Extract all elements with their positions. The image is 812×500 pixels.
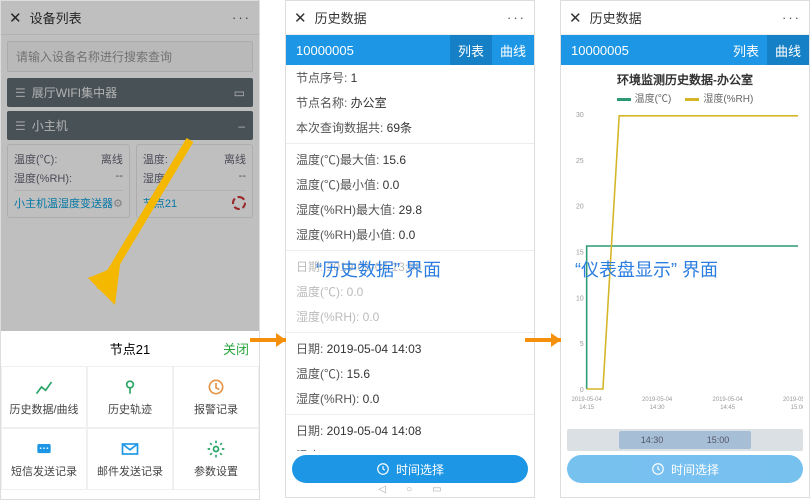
history-list-panel: ✕ 历史数据 ··· 10000005 列表 曲线 节点序号: 1节点名称: 办… [285,0,535,498]
gear-icon-highlighted[interactable] [232,196,246,210]
action-settings[interactable]: 参数设置 [173,428,259,490]
tab-curve[interactable]: 曲线 [492,35,534,65]
close-icon[interactable]: ✕ [294,9,307,27]
svg-text:2019-05-04: 2019-05-04 [713,397,744,403]
record-temp: 温度(℃): 15.6 [286,443,534,451]
group-1-label: 展厅WIFI集中器 [32,84,117,101]
legend-swatch-temp [617,98,631,101]
record-date: 日期: 2019-05-04 14:03 [286,336,534,361]
svg-text:30: 30 [576,112,584,119]
search-input[interactable]: 请输入设备名称进行搜索查询 [7,41,253,72]
svg-text:15:00: 15:00 [791,405,803,411]
close-icon[interactable]: ✕ [569,9,582,27]
svg-text:2019-05-04: 2019-05-04 [642,397,673,403]
annotation-dashboard: “仪表盘显示” 界面 [575,256,718,282]
more-icon[interactable]: ··· [782,10,801,25]
svg-text:2019-05-04: 2019-05-04 [783,397,803,403]
list-icon: ☰ [15,119,26,133]
info-row: 节点序号: 1 [286,65,534,90]
chart-title: 环境监测历史数据-办公室 [561,65,809,88]
close-button[interactable]: 关闭 [150,339,249,358]
stat-row: 温度(℃)最小值: 0.0 [286,172,534,197]
clock-icon [651,462,665,476]
svg-text:14:15: 14:15 [579,405,594,411]
svg-text:2019-05-04: 2019-05-04 [572,397,603,403]
list-icon: ☰ [15,86,26,100]
svg-text:5: 5 [580,341,584,348]
annotation-history: “历史数据” 界面 [316,256,441,282]
time-select-button[interactable]: 时间选择 [567,455,803,483]
record-hum: 湿度(%RH): 0.0 [286,386,534,411]
group-row-1[interactable]: ☰ 展厅WIFI集中器 ▭ [7,78,253,107]
tab-list[interactable]: 列表 [450,35,492,65]
svg-text:14:45: 14:45 [720,405,735,411]
tab-bar: 10000005 列表 曲线 [286,35,534,65]
tl-start: 14:30 [641,435,664,445]
p2-title: 历史数据 [315,8,507,27]
time-select-label: 时间选择 [671,461,719,478]
arrow-big [60,130,210,330]
legend-temp: 温度(℃) [635,94,672,105]
record-date: 日期: 2019-05-04 14:08 [286,418,534,443]
sheet-title: 节点21 [110,339,150,358]
chart-legend: 温度(℃) 湿度(%RH) [561,88,809,109]
info-row: 节点名称: 办公室 [286,90,534,115]
time-select-button[interactable]: 时间选择 [292,455,528,483]
more-icon[interactable]: ··· [507,10,526,25]
android-navbar: ◁○▭ [378,484,441,495]
arrow-to-p2 [248,325,298,355]
hum-value: -- [239,170,246,186]
info-row: 本次查询数据共: 69条 [286,115,534,140]
collapse-icon: ▭ [234,86,245,100]
svg-text:25: 25 [576,158,584,165]
legend-hum: 湿度(%RH) [703,94,753,105]
action-grid: 历史数据/曲线 历史轨迹 报警记录 短信发送记录 邮件发送记录 参数设置 [1,366,259,490]
action-email[interactable]: 邮件发送记录 [87,428,173,490]
legend-swatch-hum [685,98,699,101]
p3-title: 历史数据 [590,8,782,27]
stat-row: 湿度(%RH)最小值: 0.0 [286,222,534,247]
expand-icon: – [238,119,245,133]
action-sheet: 节点21 关闭 历史数据/曲线 历史轨迹 报警记录 短信发送记录 邮件发送记录 … [1,331,259,499]
action-track[interactable]: 历史轨迹 [87,366,173,428]
action-sms[interactable]: 短信发送记录 [1,428,87,490]
clock-icon [376,462,390,476]
record-row-faded: 湿度(%RH): 0.0 [286,304,534,329]
device-id: 10000005 [286,43,450,58]
timeline-scrubber[interactable]: 14:30 15:00 [567,429,803,451]
p2-header: ✕ 历史数据 ··· [286,1,534,35]
svg-text:20: 20 [576,204,584,211]
svg-text:14:30: 14:30 [650,405,665,411]
tab-list[interactable]: 列表 [725,35,767,65]
history-chart-panel: ✕ 历史数据 ··· 10000005 列表 曲线 环境监测历史数据-办公室 温… [560,0,810,498]
record-temp: 温度(℃): 15.6 [286,361,534,386]
stat-row: 湿度(%RH)最大值: 29.8 [286,197,534,222]
close-icon[interactable]: ✕ [9,9,22,27]
p1-header: ✕ 设备列表 ··· [1,1,259,35]
p1-title: 设备列表 [30,8,232,27]
tab-curve[interactable]: 曲线 [767,35,809,65]
more-icon[interactable]: ··· [232,10,251,25]
record-row-faded: 温度(℃): 0.0 [286,279,534,304]
p3-header: ✕ 历史数据 ··· [561,1,809,35]
stat-row: 温度(℃)最大值: 15.6 [286,147,534,172]
tl-end: 15:00 [707,435,730,445]
svg-text:0: 0 [580,387,584,394]
temp-label: 温度(℃): [14,151,57,167]
action-alarm[interactable]: 报警记录 [173,366,259,428]
temp-value: 离线 [224,151,246,167]
arrow-to-p3 [523,325,573,355]
tab-bar: 10000005 列表 曲线 [561,35,809,65]
device-id: 10000005 [561,43,725,58]
action-history-curve[interactable]: 历史数据/曲线 [1,366,87,428]
svg-text:10: 10 [576,295,584,302]
time-select-label: 时间选择 [396,461,444,478]
